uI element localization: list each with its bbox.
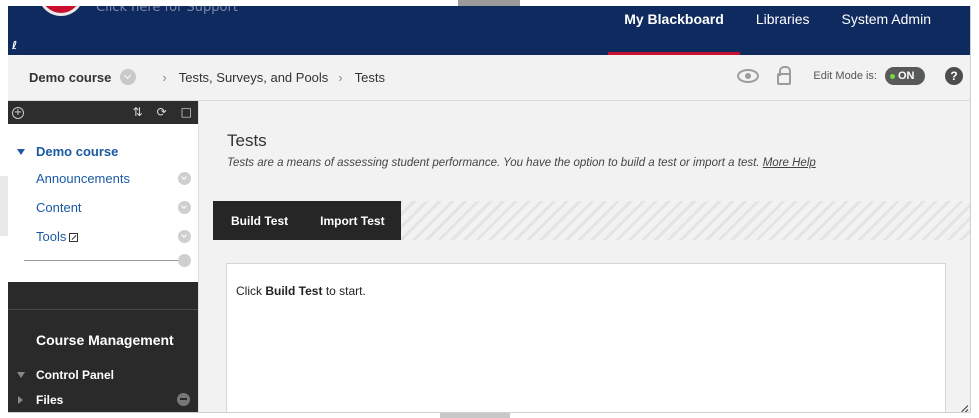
go-arrow-icon[interactable]	[177, 393, 190, 406]
sidebar-item-content[interactable]: Content	[8, 193, 198, 222]
msg-suffix: to start.	[325, 284, 366, 298]
course-menu-list: Announcements Content Tools	[8, 164, 198, 271]
page-title: Tests	[227, 131, 267, 150]
course-management-panel: Course Management Control Panel Files	[8, 282, 198, 412]
empty-state-message: Click Build Test to start.	[236, 284, 366, 298]
toggle-status-dot	[890, 73, 895, 79]
sidebar-divider	[8, 251, 198, 271]
course-management-title: Course Management	[36, 332, 174, 348]
institution-logo[interactable]	[38, 6, 84, 16]
control-panel-label[interactable]: Control Panel	[36, 368, 114, 382]
hidden-from-students-icon	[69, 233, 79, 242]
breadcrumb-course[interactable]: Demo course	[29, 70, 111, 85]
action-bar: Build Test Import Test	[213, 201, 970, 240]
tab-system-admin[interactable]: System Admin	[826, 6, 947, 55]
chevron-down-icon[interactable]	[178, 230, 191, 243]
edit-mode-label: Edit Mode is:	[813, 70, 877, 82]
edit-mode-toggle[interactable]: ON	[885, 67, 925, 85]
sidebar-course-title[interactable]: Demo course	[36, 144, 118, 159]
control-panel-header[interactable]: Control Panel	[17, 368, 114, 382]
import-test-button[interactable]: Import Test	[320, 214, 384, 228]
window-resize-grip-icon[interactable]	[956, 398, 968, 410]
chevron-down-icon[interactable]	[178, 201, 191, 214]
help-icon[interactable]: ?	[945, 67, 963, 85]
msg-prefix: Click	[236, 284, 262, 298]
paperclip-icon[interactable]: ℓ	[12, 39, 17, 52]
page-description: Tests are a means of assessing student p…	[227, 157, 816, 169]
breadcrumb-separator-icon: ›	[162, 69, 167, 85]
sidebar-item-tools[interactable]: Tools	[8, 222, 198, 251]
support-link[interactable]: Click here for Support	[96, 6, 238, 15]
sidebar-item-label[interactable]: Content	[36, 200, 82, 215]
msg-bold: Build Test	[265, 284, 323, 298]
expand-triangle-icon[interactable]	[17, 372, 25, 378]
background-window-edge	[440, 413, 510, 418]
sidebar-toolbar: + ⇅ ⟳ □	[8, 101, 198, 124]
breadcrumb-item-tests: Tests	[354, 69, 385, 85]
top-header: Click here for Support ℓ My Blackboard L…	[8, 6, 970, 55]
divider-line	[24, 260, 184, 261]
panel-divider	[8, 309, 198, 310]
browser-window: Click here for Support ℓ My Blackboard L…	[8, 6, 971, 413]
add-menu-item-icon[interactable]: +	[12, 106, 24, 119]
student-preview-eye-icon[interactable]	[737, 69, 760, 83]
breadcrumb: Demo course › Tests, Surveys, and Pools …	[29, 69, 385, 85]
sidebar-item-label[interactable]: Tools	[36, 229, 66, 244]
expand-triangle-icon[interactable]	[17, 148, 25, 155]
tab-my-blackboard[interactable]: My Blackboard	[608, 6, 740, 55]
sidebar-course-header[interactable]: Demo course	[17, 144, 198, 159]
unlock-icon[interactable]	[777, 66, 792, 85]
course-menu-chevron-icon[interactable]	[120, 69, 137, 85]
description-text: Tests are a means of assessing student p…	[227, 157, 760, 169]
sidebar-item-label[interactable]: Announcements	[36, 171, 130, 186]
edit-mode-value: ON	[898, 70, 915, 82]
main-content: Tests Tests are a means of assessing stu…	[198, 101, 970, 412]
background-window-edge	[0, 176, 8, 236]
action-buttons: Build Test Import Test	[213, 201, 401, 240]
files-item[interactable]: Files	[18, 393, 190, 407]
files-label[interactable]: Files	[36, 393, 63, 407]
tab-libraries[interactable]: Libraries	[740, 6, 826, 55]
breadcrumb-item-tests-surveys-pools[interactable]: Tests, Surveys, and Pools	[179, 70, 329, 85]
course-menu-sidebar: + ⇅ ⟳ □ Demo course Announcements Conten…	[8, 101, 198, 412]
chevron-down-icon[interactable]	[178, 254, 191, 267]
more-help-link[interactable]: More Help	[763, 157, 816, 169]
refresh-icon[interactable]: ⟳	[157, 105, 167, 119]
folder-view-icon[interactable]: □	[181, 105, 192, 119]
top-navigation: My Blackboard Libraries System Admin	[608, 6, 947, 55]
breadcrumb-separator-icon: ›	[338, 69, 343, 85]
breadcrumb-bar: Demo course › Tests, Surveys, and Pools …	[8, 55, 970, 101]
sidebar-item-announcements[interactable]: Announcements	[8, 164, 198, 193]
reorder-icon[interactable]: ⇅	[133, 105, 143, 119]
chevron-down-icon[interactable]	[178, 172, 191, 185]
build-test-button[interactable]: Build Test	[231, 214, 288, 228]
collapsed-triangle-icon[interactable]	[18, 396, 23, 404]
tests-list-container: Click Build Test to start.	[226, 263, 946, 412]
page-tools: Edit Mode is: ON ?	[737, 66, 963, 85]
